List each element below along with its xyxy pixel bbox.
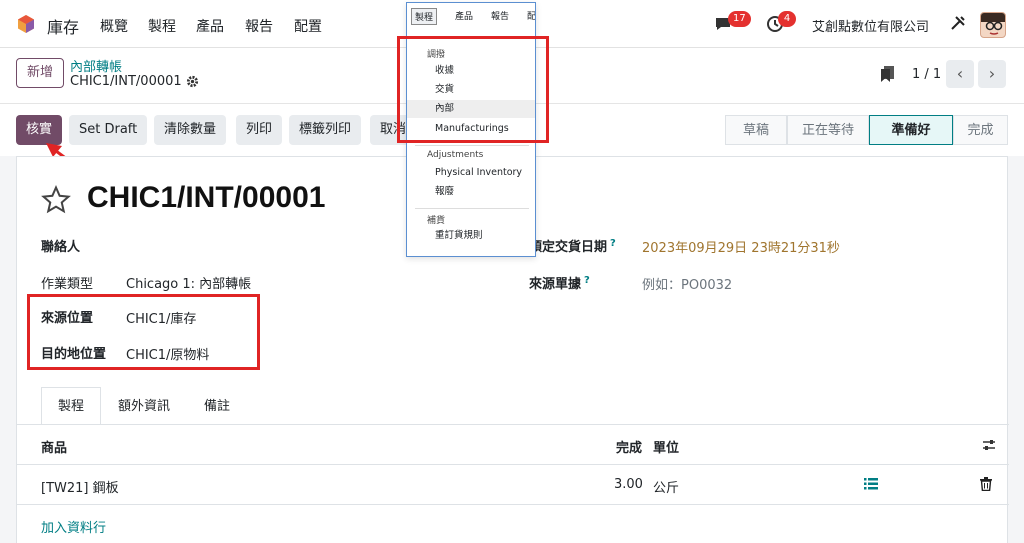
stage-ready[interactable]: 準備好 [869,115,953,145]
new-button[interactable]: 新增 [16,58,64,88]
table-header: 商品 完成 單位 [17,425,1009,465]
tab-note[interactable]: 備註 [187,387,247,425]
dropdown-menu-products[interactable]: 產品 [455,9,473,22]
menu-overview[interactable]: 概覽 [100,16,128,36]
bookmark-stack-icon [881,66,894,82]
status-bar: 草稿 正在等待 準備好 完成 [725,115,1008,145]
breadcrumb-parent[interactable]: 內部轉帳 [70,56,122,75]
scheduled-date-text: 預定交貨日期 [529,240,608,255]
breadcrumb-current: CHIC1/INT/00001 [70,74,182,89]
table-row[interactable]: [TW21] 鋼板 3.00 公斤 [17,465,1009,505]
operation-type-field[interactable]: Chicago 1: 內部轉帳 [126,273,251,292]
row-uom[interactable]: 公斤 [653,477,679,496]
menu-products[interactable]: 產品 [196,16,224,36]
column-settings-icon[interactable] [982,438,996,452]
company-switcher[interactable]: 艾創點數位有限公司 [812,16,929,35]
trash-icon[interactable] [980,477,992,491]
app-name[interactable]: 庫存 [47,14,79,38]
dropdown-menu-config[interactable]: 配 [527,9,535,22]
inventory-app-icon[interactable] [16,14,36,34]
add-line-link[interactable]: 加入資料行 [41,517,106,536]
operation-type-label: 作業類型 [41,277,94,292]
debug-tools-icon[interactable] [950,15,966,31]
star-icon[interactable] [41,185,71,215]
gear-icon[interactable] [186,75,199,88]
scheduled-date-label: 預定交貨日期? [529,236,616,255]
dropdown-menu-reporting[interactable]: 報告 [491,9,509,22]
stage-waiting[interactable]: 正在等待 [787,115,869,145]
section-replenishment: 補貨 [427,216,446,226]
stage-draft[interactable]: 草稿 [725,115,787,145]
detailed-operations-icon[interactable] [864,478,878,490]
menu-operations[interactable]: 製程 [148,16,176,36]
source-document-text: 來源單據 [529,277,582,292]
record-title: CHIC1/INT/00001 [87,181,326,214]
dropdown-menubar: 製程 產品 報告 配 [407,3,535,29]
dropdown-divider [415,145,529,146]
col-product[interactable]: 商品 [41,437,67,456]
menu-reporting[interactable]: 報告 [245,16,273,36]
print-button[interactable]: 列印 [236,115,283,145]
source-document-help-icon[interactable]: ? [584,275,590,286]
avatar-face-icon [981,13,1005,35]
source-document-field[interactable]: 例如：PO0032 [642,274,732,293]
contact-label: 聯絡人 [41,240,81,255]
menu-item-physical-inventory[interactable]: Physical Inventory [407,164,535,182]
print-labels-button[interactable]: 標籤列印 [289,115,362,145]
annotation-box-locations [27,294,260,370]
tab-additional-info[interactable]: 額外資訊 [101,387,187,425]
pager-value[interactable]: 1 / 1 [912,67,941,82]
row-done-qty[interactable]: 3.00 [614,477,643,492]
scheduled-date-help-icon[interactable]: ? [610,238,616,249]
user-avatar[interactable] [980,12,1006,38]
clear-quantities-button[interactable]: 清除數量 [154,115,227,145]
source-document-label: 來源單據? [529,273,590,292]
notebook-tabs: 製程 額外資訊 備註 [41,387,247,425]
dropdown-divider [415,208,529,209]
menu-configuration[interactable]: 配置 [294,16,322,36]
activity-count-badge: 4 [778,11,796,27]
col-uom[interactable]: 單位 [653,437,679,456]
menu-item-scrap[interactable]: 報廢 [407,183,535,201]
col-done[interactable]: 完成 [616,437,642,456]
section-adjustments: Adjustments [427,150,484,160]
tab-operations[interactable]: 製程 [41,387,102,425]
pager-next-button[interactable]: › [978,60,1006,88]
annotation-box-transfers [397,36,549,143]
dropdown-menu-operations[interactable]: 製程 [411,8,438,25]
pager-previous-button[interactable]: ‹ [946,60,974,88]
menu-item-reordering-rules[interactable]: 重訂貨規則 [407,227,535,245]
scheduled-date-field[interactable]: 2023年09月29日 23時21分31秒 [642,237,840,256]
row-product[interactable]: [TW21] 鋼板 [41,477,119,496]
chat-count-badge: 17 [728,11,751,27]
stage-done[interactable]: 完成 [953,115,1008,145]
